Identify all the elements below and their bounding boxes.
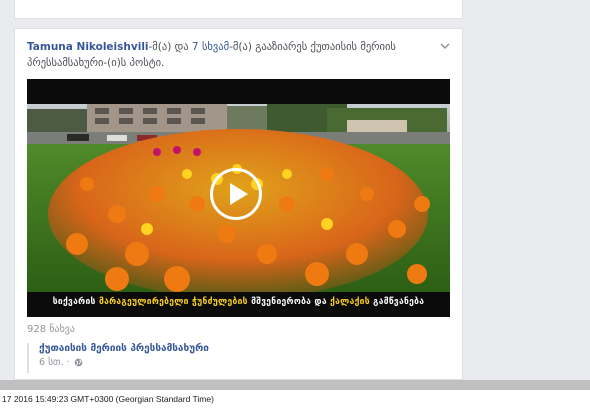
caption-highlight: მარაგეულირებელი ჭუნძულების	[98, 297, 248, 307]
globe-icon	[74, 358, 83, 367]
view-count[interactable]: 928 ნახვა	[27, 324, 75, 335]
source-page-link[interactable]: ქუთაისის მერიის პრესსამსახური	[39, 343, 209, 354]
caption-part: გამწვანება	[369, 297, 425, 307]
caption-part: სიქვარის	[52, 297, 99, 307]
post-header: Tamuna Nikoleishvili-მ(ა) და 7 სხვამ-მ(ა…	[27, 39, 432, 71]
capture-timestamp: 17 2016 15:49:23 GMT+0300 (Georgian Stan…	[2, 394, 214, 404]
video-player[interactable]: სიქვარის მარაგეულირებელი ჭუნძულების მშვე…	[27, 79, 450, 317]
video-caption: სიქვარის მარაგეულირებელი ჭუნძულების მშვე…	[27, 297, 450, 307]
footer-bar: 17 2016 15:49:23 GMT+0300 (Georgian Stan…	[0, 390, 590, 410]
shared-post-card: Tamuna Nikoleishvili-მ(ა) და 7 სხვამ-მ(ა…	[14, 28, 463, 380]
play-icon	[230, 183, 248, 205]
author-link[interactable]: Tamuna Nikoleishvili	[27, 41, 149, 53]
others-link[interactable]: 7 სხვამ	[192, 41, 229, 53]
caption-highlight: ქალაქის	[330, 297, 370, 307]
caption-part: მშვენიერობა და	[247, 297, 331, 307]
chevron-down-icon[interactable]	[440, 41, 450, 51]
post-time[interactable]: 6 სთ. ·	[39, 357, 70, 368]
play-button[interactable]	[210, 168, 262, 220]
source-meta: 6 სთ. ·	[39, 357, 209, 368]
shared-source: ქუთაისის მერიის პრესსამსახური 6 სთ. ·	[27, 343, 209, 373]
header-text-mid: -მ(ა) და	[148, 41, 192, 53]
previous-post-card	[14, 0, 463, 19]
divider	[0, 380, 590, 390]
